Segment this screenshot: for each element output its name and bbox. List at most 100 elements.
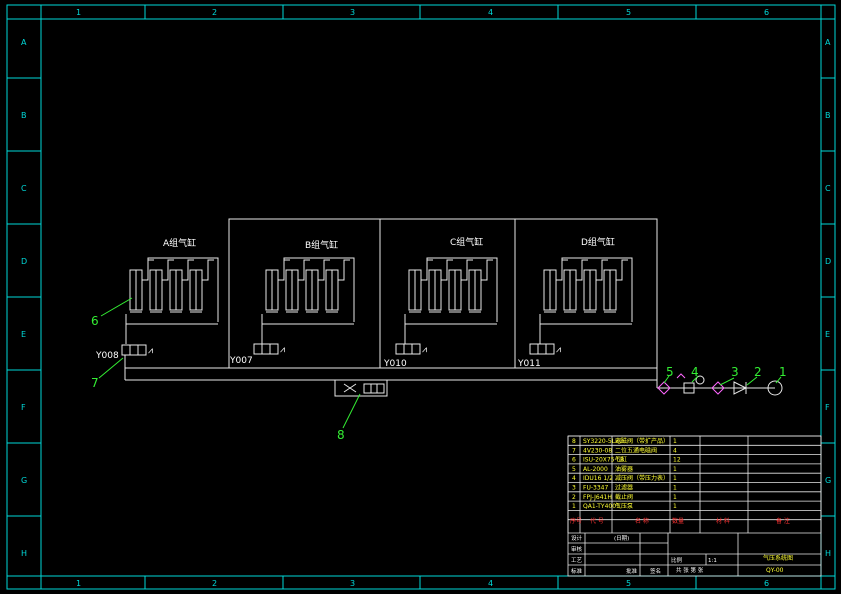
cylinder-group bbox=[125, 257, 219, 344]
parts-cell: 5 bbox=[572, 466, 576, 473]
valve-label: Y010 bbox=[383, 359, 407, 369]
col-label-bottom: 1 bbox=[76, 579, 81, 588]
tb-std: 标准 bbox=[571, 567, 583, 575]
callout-number: 5 bbox=[666, 365, 674, 379]
callout-number: 3 bbox=[731, 365, 739, 379]
callout-number: 6 bbox=[91, 314, 99, 328]
parts-cell: 二位五通电磁阀 bbox=[615, 446, 657, 454]
parts-header-cell: 代 号 bbox=[590, 517, 604, 525]
row-label-right: B bbox=[825, 111, 831, 120]
tb-sign: 签名 bbox=[650, 567, 661, 575]
row-label-right: G bbox=[825, 476, 831, 485]
col-label-top: 4 bbox=[488, 8, 493, 17]
valve-label: Y008 bbox=[95, 351, 119, 361]
tb-date: (日期) bbox=[614, 535, 629, 542]
parts-cell: 1 bbox=[673, 438, 677, 445]
parts-cell: 1 bbox=[673, 485, 677, 492]
parts-cell: IDU16 1/2 bbox=[583, 475, 613, 482]
tb-scale-label: 比例 bbox=[671, 556, 683, 564]
parts-header-cell: 名 称 bbox=[635, 517, 649, 525]
parts-cell: 2 bbox=[572, 494, 576, 501]
valve-symbol bbox=[343, 383, 385, 394]
cylinder-groups bbox=[125, 257, 633, 344]
tb-approve: 批准 bbox=[626, 567, 638, 575]
row-label-left: H bbox=[21, 549, 27, 558]
valve-label: Y011 bbox=[517, 359, 541, 369]
row-label-left: F bbox=[21, 403, 26, 412]
valve-symbol: ⩘ bbox=[253, 343, 285, 355]
group-label: A组气缸 bbox=[163, 237, 196, 249]
row-label-right: D bbox=[825, 257, 831, 266]
main-piping bbox=[124, 218, 658, 397]
col-label-bottom: 2 bbox=[212, 579, 217, 588]
parts-cell: 过滤器 bbox=[615, 484, 633, 492]
row-label-left: G bbox=[21, 476, 27, 485]
valve-symbol: ⩘ bbox=[121, 344, 153, 356]
row-label-left: B bbox=[21, 111, 27, 120]
col-label-top: 6 bbox=[764, 8, 769, 17]
valve-label: Y007 bbox=[229, 356, 253, 366]
parts-cell: 截止阀 bbox=[615, 493, 633, 501]
tb-check: 审核 bbox=[571, 545, 583, 553]
parts-header-cell: 备 注 bbox=[776, 517, 790, 525]
tb-drawing-no: QY-00 bbox=[766, 567, 784, 574]
cylinder-group bbox=[539, 257, 633, 344]
parts-cell: FU-3347 bbox=[583, 485, 608, 492]
svg-text:⩘: ⩘ bbox=[556, 345, 561, 355]
parts-cell: 1 bbox=[673, 466, 677, 473]
parts-cell: 1 bbox=[673, 494, 677, 501]
parts-cell: 3 bbox=[572, 485, 576, 492]
svg-text:⩘: ⩘ bbox=[280, 345, 285, 355]
callout-number: 8 bbox=[337, 428, 345, 442]
col-label-top: 5 bbox=[626, 8, 631, 17]
parts-cell: 4 bbox=[572, 475, 576, 482]
row-label-left: A bbox=[21, 38, 27, 47]
air-supply-chain bbox=[657, 373, 783, 396]
col-label-bottom: 6 bbox=[764, 579, 769, 588]
parts-cell: 8 bbox=[572, 438, 576, 445]
callout-number: 1 bbox=[779, 365, 787, 379]
row-label-right: F bbox=[825, 403, 830, 412]
parts-cell: 4V230-08 bbox=[583, 447, 612, 454]
valve-symbol: ⩘ bbox=[395, 343, 427, 355]
group-label: D组气缸 bbox=[581, 236, 615, 248]
parts-header-cell: 数量 bbox=[672, 517, 684, 525]
row-label-right: E bbox=[825, 330, 830, 339]
tb-scale: 1:1 bbox=[708, 558, 717, 564]
parts-cell: 减压阀（带压力表） bbox=[615, 474, 669, 482]
parts-cell: 1 bbox=[673, 475, 677, 482]
svg-text:⩘: ⩘ bbox=[422, 345, 427, 355]
parts-cell: 气压泵 bbox=[615, 502, 633, 510]
parts-header-cell: 序号 bbox=[570, 517, 582, 525]
col-label-bottom: 3 bbox=[350, 579, 355, 588]
svg-text:⩘: ⩘ bbox=[148, 346, 153, 356]
parts-cell: AL-2000 bbox=[583, 466, 608, 473]
valve-symbol: ⩘ bbox=[529, 343, 561, 355]
group-label: C组气缸 bbox=[450, 236, 483, 248]
col-label-bottom: 4 bbox=[488, 579, 493, 588]
parts-cell: FPJ-J641H bbox=[583, 494, 612, 501]
row-label-left: E bbox=[21, 330, 26, 339]
group-label: B组气缸 bbox=[305, 239, 338, 251]
callout-number: 4 bbox=[691, 365, 699, 379]
parts-cell: 油雾器 bbox=[615, 465, 633, 473]
callout-number: 2 bbox=[754, 365, 762, 379]
inner-frame bbox=[40, 18, 822, 577]
leader-lines bbox=[98, 297, 782, 429]
parts-cell: 1 bbox=[572, 503, 576, 510]
row-label-left: C bbox=[21, 184, 27, 193]
parts-cell: 12 bbox=[673, 457, 681, 464]
col-label-top: 2 bbox=[212, 8, 217, 17]
parts-cell: 7 bbox=[572, 447, 576, 454]
tb-design: 设计 bbox=[571, 534, 583, 542]
parts-cell: 6 bbox=[572, 457, 576, 464]
col-label-bottom: 5 bbox=[626, 579, 631, 588]
row-label-right: A bbox=[825, 38, 831, 47]
schematic-canvas: 1 2 3 4 5 6 1 2 3 4 5 6 A B C D E F G H … bbox=[6, 4, 836, 590]
tb-sheet-info: 共 张 第 张 bbox=[676, 566, 704, 574]
callout-number: 7 bbox=[91, 376, 99, 390]
parts-cell: 电磁阀（带扩产品） bbox=[615, 437, 669, 445]
tb-title: 气压系统图 bbox=[763, 554, 793, 562]
cylinder-group bbox=[404, 257, 498, 344]
parts-header-cell: 材 料 bbox=[716, 517, 730, 525]
